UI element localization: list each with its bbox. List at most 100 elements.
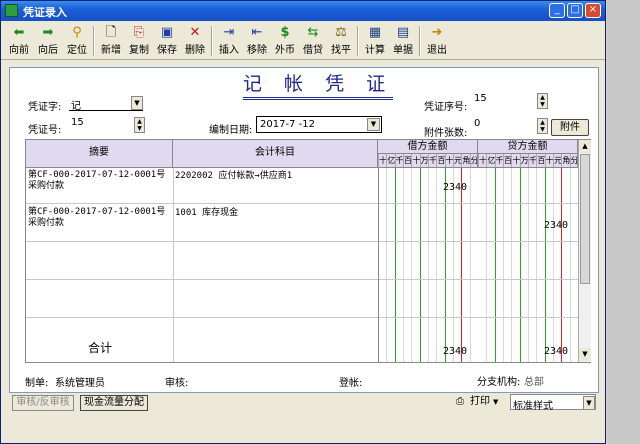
toolbar-exit-button[interactable]: ➜ 退出 [423,25,451,59]
date-picker[interactable]: 2017-7 -12 ▼ [256,116,382,133]
digit-header: 百 [503,154,512,167]
save-icon: ▣ [160,25,174,40]
toolbar-locate-button[interactable]: ⚲ 定位 [63,25,91,59]
title-bar[interactable]: 凭证录入 _ □ × [1,1,605,21]
toolbar-document-button[interactable]: ▤ 单据 [389,25,417,59]
scroll-thumb[interactable] [580,154,590,284]
row-debit-amount[interactable]: 2340 [443,182,467,193]
locate-icon: ⚲ [72,25,82,40]
minimize-button[interactable]: _ [549,3,565,18]
digit-header: 元 [453,154,462,167]
digit-line [503,168,504,362]
close-button[interactable]: × [585,3,601,18]
toolbar-delete-button[interactable]: ✕ 删除 [181,25,209,59]
digit-header: 千 [428,154,437,167]
digit-header: 十 [411,154,420,167]
digit-line [386,168,388,362]
voucher-no-spinner[interactable]: 15 ▲ ▼ [69,117,145,133]
background-area [607,0,640,444]
voucher-window: 凭证录入 _ □ × ⬅ 向前 ➡ 向后 ⚲ 定位 🗋 新增 ⎘ 复制 ▣ 保存 ✕ 删除 ⇥… [0,0,606,444]
total-label: 合计 [88,341,113,355]
digit-line [411,168,413,362]
col-divider [173,168,174,362]
digit-header: 千 [394,154,404,167]
row-divider [26,203,578,204]
credit-digit-headers: 十亿千百十万千百十元角分 [478,154,578,168]
chevron-down-icon: ▼ [493,398,499,406]
digit-line [469,168,471,362]
date-label: 编制日期: [209,125,253,136]
digit-line [436,168,438,362]
digit-header: 分 [469,154,477,167]
voucher-seq-spinner[interactable]: 15 ▲ ▼ [472,93,548,109]
attachment-button[interactable]: 附件 [551,119,589,136]
total-credit: 2340 [544,346,569,357]
digit-line [569,168,571,362]
maximize-button[interactable]: □ [567,3,583,18]
printer-icon: ⎙ [456,396,464,407]
total-debit: 2340 [443,346,468,357]
col-debit-header: 借方金额 [378,140,478,154]
digit-header: 十 [544,154,554,167]
print-style-select[interactable]: 标准样式 ▼ [510,394,596,412]
digit-line [453,168,454,362]
grid-scrollbar[interactable]: ▲ ▼ [578,140,591,362]
digit-header: 十 [378,154,387,167]
spinner-arrows-icon[interactable]: ▲ ▼ [537,118,548,134]
chevron-down-icon[interactable]: ▼ [131,96,143,110]
digit-line [486,168,488,362]
digit-line [528,168,529,362]
new-doc-icon: 🗋 [105,25,117,40]
digit-header: 千 [494,154,504,167]
audit-label: 审核: [165,378,189,389]
digit-line [428,168,429,362]
digit-header: 十 [444,154,454,167]
app-icon [5,4,18,17]
digit-line [403,168,404,362]
toolbar-balance-button[interactable]: ⚖ 找平 [327,25,355,59]
digit-line [494,168,496,362]
cashflow-button[interactable]: 现金流量分配 [80,395,148,411]
chevron-down-icon[interactable]: ▼ [367,118,380,131]
digit-header: 百 [436,154,445,167]
insert-icon: ⇥ [223,25,235,40]
attachment-count-spinner[interactable]: 0 ▲ ▼ [472,118,548,134]
debit-digit-headers: 十亿千百十万千百十元角分 [378,154,478,168]
digit-line [419,168,421,362]
digit-header: 角 [561,154,570,167]
row-summary[interactable]: 第CF-000-2017-07-12-0001号采购付款 [28,170,172,192]
digit-line [561,168,563,362]
spinner-arrows-icon[interactable]: ▲ ▼ [134,117,145,133]
digit-line [553,168,554,362]
digit-header: 十 [511,154,520,167]
toolbar: ⬅ 向前 ➡ 向后 ⚲ 定位 🗋 新增 ⎘ 复制 ▣ 保存 ✕ 删除 ⇥ 插入 ⇤ 移除 $ 外币 … [1,22,605,60]
row-divider [26,317,578,318]
voucher-no-label: 凭证号: [28,125,62,136]
spinner-arrows-icon[interactable]: ▲ ▼ [537,93,548,109]
voucher-title: 记 帐 凭 证 [243,71,394,100]
post-label: 登帐: [339,378,363,389]
arrow-right-icon: ➡ [42,25,54,40]
audit-toggle-button[interactable]: 审核/反审核 [12,395,74,411]
voucher-word-select[interactable]: 记 ▼ [69,95,143,112]
digit-header: 万 [519,154,529,167]
maker-value: 系统管理员 [55,378,105,389]
row-credit-amount[interactable]: 2340 [544,220,568,231]
row-divider [26,279,578,280]
digit-header: 分 [569,154,577,167]
digit-line [544,168,546,362]
chevron-down-icon[interactable]: ▼ [583,396,595,410]
row-account[interactable]: 1001 库存现金 [175,208,375,219]
row-summary[interactable]: 第CF-000-2017-07-12-0001号采购付款 [28,207,172,229]
print-button[interactable]: ⎙ 打印 ▼ [456,394,504,410]
digit-line [394,168,396,362]
digit-header: 元 [553,154,562,167]
maker-label: 制单: [25,378,49,389]
digit-header: 十 [478,154,487,167]
scroll-down-icon[interactable]: ▼ [579,348,591,361]
scroll-up-icon[interactable]: ▲ [579,140,591,153]
row-account[interactable]: 2202002 应付帐款→供应商1 [175,171,375,182]
digit-header: 万 [419,154,429,167]
col-account-header: 会计科目 [173,140,378,168]
branch-value: 总部 [524,377,544,388]
